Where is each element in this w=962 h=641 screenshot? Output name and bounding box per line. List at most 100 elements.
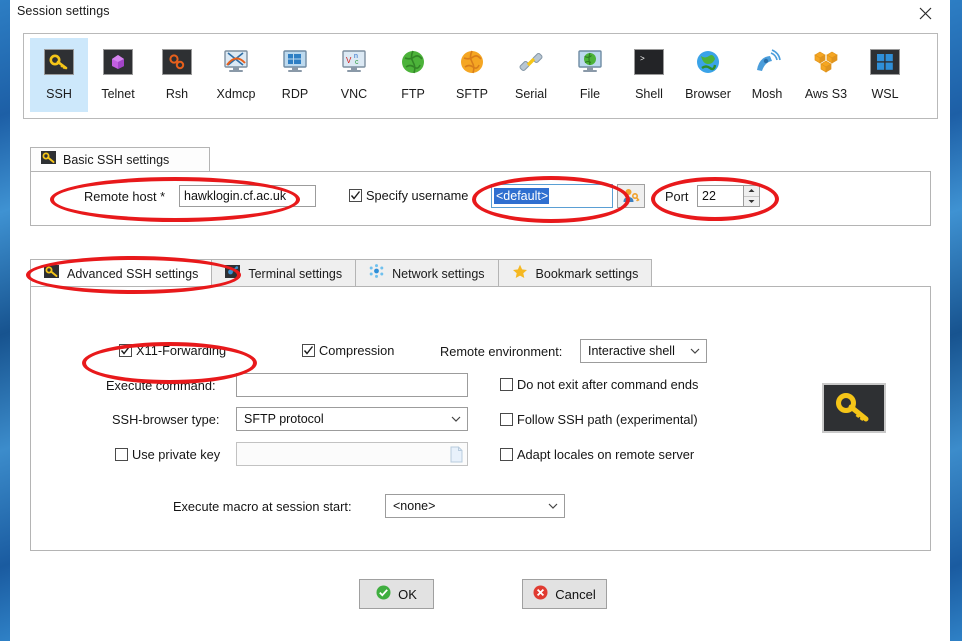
protocol-toolbar: SSH Telnet Rsh Xdmcp RDP V n c VNC FTP S… [23,33,938,119]
settings-tabs: Advanced SSH settings Terminal settings [30,259,931,287]
terminal-blue-icon [225,264,241,283]
protocol-serial[interactable]: Serial [502,38,560,112]
tab-label: Bookmark settings [535,266,639,281]
protocol-rdp[interactable]: RDP [266,38,324,112]
protocol-ssh[interactable]: SSH [30,38,88,112]
globe-orange-icon [456,46,488,78]
use-private-key-checkbox[interactable]: Use private key [115,447,220,462]
protocol-label: Rsh [165,87,189,101]
telnet-icon [102,46,134,78]
follow-ssh-path-checkbox[interactable]: Follow SSH path (experimental) [500,412,698,427]
protocol-label: SFTP [456,87,488,101]
protocol-label: SSH [46,87,72,101]
ok-button[interactable]: OK [359,579,434,609]
protocol-aws-s3[interactable]: Aws S3 [797,38,855,112]
checkbox-box [500,448,513,461]
execute-macro-select[interactable]: <none> [385,494,565,518]
window-title: Session settings [17,4,110,18]
remote-environment-select[interactable]: Interactive shell [580,339,707,363]
basic-ssh-settings-tab[interactable]: Basic SSH settings [30,147,210,172]
protocol-browser[interactable]: Browser [679,38,737,112]
globe-blue-icon [692,46,724,78]
protocol-vnc[interactable]: V n c VNC [325,38,383,112]
xdmcp-icon [220,46,252,78]
protocol-label: FTP [401,87,425,101]
desktop-background-right [950,0,962,641]
star-icon [512,264,528,284]
ssh-browser-type-select[interactable]: SFTP protocol [236,407,468,431]
checkbox-box [500,413,513,426]
basic-ssh-settings-body: Remote host * Specify username <default> [30,171,931,226]
serial-plug-icon [515,46,547,78]
tab-network-settings[interactable]: Network settings [355,259,499,287]
desktop-background-left [0,0,10,641]
specify-username-checkbox[interactable]: Specify username [349,188,468,203]
port-spinner[interactable] [743,185,760,207]
globe-green-icon [397,46,429,78]
key-icon [43,46,75,78]
protocol-label: VNC [340,87,368,101]
protocol-label: Aws S3 [804,87,848,101]
check-circle-icon [376,585,391,603]
username-value: <default> [494,188,550,204]
protocol-label: WSL [871,87,899,101]
protocol-sftp[interactable]: SFTP [443,38,501,112]
cancel-button-label: Cancel [555,586,596,602]
close-icon[interactable] [908,1,942,25]
chevron-up-icon[interactable] [744,186,759,197]
port-input[interactable] [697,185,744,207]
adapt-locales-checkbox[interactable]: Adapt locales on remote server [500,447,694,462]
user-key-icon[interactable] [617,184,645,208]
chevron-down-icon [451,413,461,425]
title-bar: Session settings [10,0,950,26]
protocol-mosh[interactable]: Mosh [738,38,796,112]
checkbox-box [500,378,513,391]
checkbox-box [119,344,132,357]
key-icon [822,383,886,433]
protocol-telnet[interactable]: Telnet [89,38,147,112]
cancel-button[interactable]: Cancel [522,579,607,609]
remote-host-input[interactable] [179,185,316,207]
protocol-wsl[interactable]: WSL [856,38,914,112]
remote-environment-label: Remote environment: [440,344,563,359]
follow-ssh-path-label: Follow SSH path (experimental) [517,412,698,427]
rdp-icon [279,46,311,78]
tab-advanced-ssh-settings[interactable]: Advanced SSH settings [30,259,213,287]
execute-command-label: Execute command: [106,378,216,393]
execute-macro-value: <none> [393,499,436,513]
network-dots-icon [369,264,384,283]
protocol-xdmcp[interactable]: Xdmcp [207,38,265,112]
tab-label: Advanced SSH settings [67,266,199,281]
compression-checkbox[interactable]: Compression [302,343,394,358]
chevron-down-icon[interactable] [744,197,759,207]
session-settings-dialog: Session settings SSH Telnet Rsh Xdmcp RD… [10,0,950,641]
gears-icon [161,46,193,78]
protocol-ftp[interactable]: FTP [384,38,442,112]
protocol-label: Xdmcp [216,87,256,101]
ok-button-label: OK [398,586,417,602]
basic-ssh-settings-tab-label: Basic SSH settings [63,153,170,167]
protocol-rsh[interactable]: Rsh [148,38,206,112]
svg-text:c: c [355,59,359,66]
advanced-ssh-settings-panel: X11-Forwarding Compression Remote enviro… [30,286,931,551]
x11-forwarding-checkbox[interactable]: X11-Forwarding [119,343,226,358]
tab-bookmark-settings[interactable]: Bookmark settings [497,259,653,287]
x-circle-icon [533,585,548,603]
compression-label: Compression [319,343,395,358]
tab-terminal-settings[interactable]: Terminal settings [211,259,357,287]
key-icon [44,264,59,283]
file-monitor-icon [574,46,606,78]
checkbox-box [302,344,315,357]
page-icon [450,446,463,468]
execute-command-input[interactable] [236,373,468,397]
execute-macro-label: Execute macro at session start: [173,499,352,514]
protocol-shell[interactable]: > Shell [620,38,678,112]
basic-ssh-settings-group: Basic SSH settings Remote host * Specify… [30,147,931,226]
username-input[interactable]: <default> [491,184,613,208]
do-not-exit-checkbox[interactable]: Do not exit after command ends [500,377,698,392]
private-key-input[interactable] [236,442,468,466]
protocol-file[interactable]: File [561,38,619,112]
key-icon [41,151,56,169]
x11-forwarding-label: X11-Forwarding [136,343,227,358]
chevron-down-icon [690,345,700,357]
